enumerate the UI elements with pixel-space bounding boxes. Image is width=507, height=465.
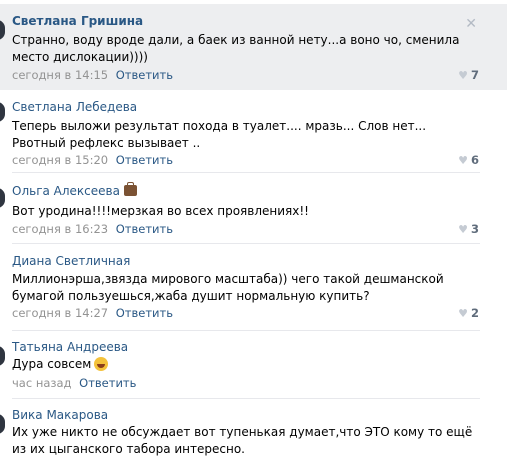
heart-icon: ♥ <box>458 154 468 167</box>
comment-text: Дура совсем <box>12 356 480 373</box>
like-count: 3 <box>470 222 479 236</box>
comment-time[interactable]: сегодня в 15:20 <box>12 153 108 167</box>
comment-text: Странно, воду вроде дали, а баек из ванн… <box>12 33 460 64</box>
like-button[interactable]: ♥ 7 <box>458 68 479 82</box>
comment-meta: сегодня в 16:23 Ответить <box>12 222 173 236</box>
comment-author[interactable]: Светлана Гришина <box>12 14 143 28</box>
like-button[interactable]: ♥ 2 <box>458 306 479 320</box>
comment-item: Ольга Алексеева Вот уродина!!!!мерзкая в… <box>0 174 507 244</box>
comment-text: Вот уродина!!!!мерзкая во всех проявлени… <box>12 204 309 218</box>
comment-author[interactable]: Светлана Лебедева <box>12 100 137 114</box>
like-count: 2 <box>470 306 479 320</box>
comment-meta: сегодня в 14:15 Ответить <box>12 68 173 82</box>
comment-time[interactable]: час назад <box>12 376 72 390</box>
avatar[interactable] <box>0 346 5 366</box>
comment-author[interactable]: Татьяна Андреева <box>12 340 128 354</box>
scream-emoji <box>94 357 109 371</box>
avatar[interactable] <box>0 414 5 434</box>
divider <box>12 398 480 399</box>
comments-feed: Светлана Гришина ✕ Странно, воду вроде д… <box>0 0 507 465</box>
comment-meta: сегодня в 14:27 Ответить <box>12 306 173 320</box>
comment-text: Миллионэрша,звязда мирового масштаба)) ч… <box>12 272 444 303</box>
heart-icon: ♥ <box>458 307 468 320</box>
comment-item: Татьяна Андреева Дура совсем час назад О… <box>0 332 507 400</box>
author-name: Ольга Алексеева <box>12 184 120 198</box>
like-button[interactable]: ♥ 3 <box>458 222 479 236</box>
comment-meta: сегодня в 15:20 Ответить <box>12 153 173 167</box>
comment-author[interactable]: Вика Макарова <box>12 408 108 422</box>
comment-time[interactable]: сегодня в 16:23 <box>12 222 108 236</box>
divider <box>12 330 480 331</box>
comment-author[interactable]: Диана Светличная <box>12 254 130 268</box>
like-count: 7 <box>470 68 479 82</box>
comment-text: Теперь выложи результат похода в туалет.… <box>12 119 427 150</box>
comment-text-content: Дура совсем <box>12 357 92 371</box>
briefcase-emoji <box>123 182 137 196</box>
reply-button[interactable]: Ответить <box>116 68 173 82</box>
heart-icon: ♥ <box>458 223 468 236</box>
comment-author[interactable]: Ольга Алексеева <box>12 182 137 198</box>
close-icon[interactable]: ✕ <box>465 16 477 32</box>
comment-item: Светлана Лебедева Теперь выложи результа… <box>0 90 507 176</box>
avatar[interactable] <box>0 20 5 40</box>
reply-button[interactable]: Ответить <box>116 222 173 236</box>
avatar[interactable] <box>0 102 5 122</box>
comment-time[interactable]: сегодня в 14:27 <box>12 306 108 320</box>
heart-icon: ♥ <box>458 69 468 82</box>
comment-meta: час назад Ответить <box>12 376 136 390</box>
reply-button[interactable]: Ответить <box>79 376 136 390</box>
comment-item: Вика Макарова Их уже никто не обсуждает … <box>0 400 507 465</box>
comment-item: Диана Светличная Миллионэрша,звязда миро… <box>0 244 507 332</box>
like-count: 6 <box>470 153 479 167</box>
reply-button[interactable]: Ответить <box>116 306 173 320</box>
divider <box>12 172 480 173</box>
comment-text: Их уже никто не обсуждает вот тупенькая … <box>12 425 473 456</box>
avatar[interactable] <box>0 188 5 208</box>
comment-time[interactable]: сегодня в 14:15 <box>12 68 108 82</box>
like-button[interactable]: ♥ 6 <box>458 153 479 167</box>
reply-button[interactable]: Ответить <box>116 153 173 167</box>
comment-item: Светлана Гришина ✕ Странно, воду вроде д… <box>0 4 507 90</box>
